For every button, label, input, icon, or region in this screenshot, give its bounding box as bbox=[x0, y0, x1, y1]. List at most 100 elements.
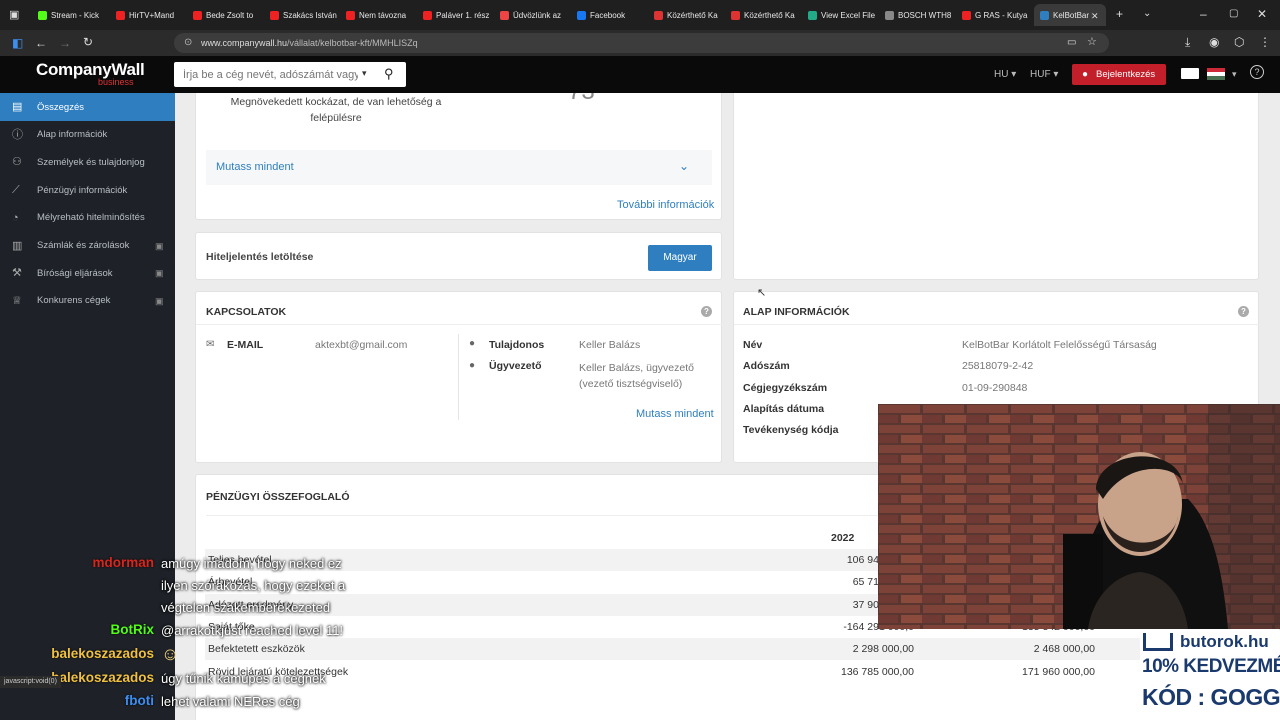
browser-tab[interactable]: HirTV+Mand bbox=[116, 6, 186, 24]
basic-info-title: ALAP INFORMÁCIÓK bbox=[743, 306, 850, 318]
email-value[interactable]: aktexbt@gmail.com bbox=[315, 339, 407, 351]
tab-favicon-icon bbox=[731, 10, 740, 20]
install-app-icon[interactable]: ▭ bbox=[1067, 37, 1076, 49]
search-input[interactable] bbox=[174, 62, 358, 87]
hungary-flag-icon[interactable] bbox=[1207, 68, 1225, 80]
tab-favicon-icon bbox=[654, 10, 663, 20]
download-card: Hiteljelentés letöltése Magyar bbox=[195, 232, 722, 280]
sidebar-item-label: Alap információk bbox=[37, 129, 108, 141]
sidebar-item-6[interactable]: ⚒ Bírósági eljárások ▣ bbox=[0, 259, 175, 287]
help-icon[interactable]: ? bbox=[701, 306, 712, 317]
pirate-flag-icon bbox=[1181, 68, 1199, 79]
download-icon[interactable]: ⤓ bbox=[1185, 36, 1190, 48]
tab-actions-icon[interactable]: ▣ bbox=[9, 9, 19, 21]
maximize-icon[interactable]: ▢ bbox=[1229, 8, 1238, 20]
profile-icon[interactable]: ◉ bbox=[1209, 36, 1219, 48]
browser-tab[interactable]: Bede Zsolt to bbox=[193, 6, 263, 24]
chat-username: mdorman bbox=[92, 555, 154, 570]
browser-tab[interactable]: Nem távozna bbox=[346, 6, 416, 24]
tab-favicon-icon bbox=[808, 10, 817, 20]
forward-icon[interactable]: → bbox=[59, 37, 71, 49]
tab-favicon-icon bbox=[500, 10, 509, 20]
risk-card: Megnövekedett kockázat, de van lehetőség… bbox=[195, 93, 722, 220]
status-bar: javascript:void(0) bbox=[0, 676, 61, 688]
risk-description: Megnövekedett kockázat, de van lehetőség… bbox=[230, 96, 442, 124]
more-info-link[interactable]: További információk bbox=[617, 199, 714, 211]
basic-info-label: Tevékenység kódja bbox=[743, 424, 839, 437]
sidebar-item-1[interactable]: ⓘ Alap információk bbox=[0, 121, 175, 149]
sidebar-item-3[interactable]: ⟋ Pénzügyi információk bbox=[0, 176, 175, 204]
trophy-icon: ♕ bbox=[12, 294, 22, 307]
help-circle-icon[interactable]: ? bbox=[1250, 65, 1264, 79]
sidebar-item-0[interactable]: ▤ Összegzés bbox=[0, 93, 175, 121]
logo-subtitle: business bbox=[98, 77, 134, 87]
browser-tab[interactable]: Paláver 1. rész bbox=[423, 6, 493, 24]
favorite-star-icon[interactable]: ☆ bbox=[1087, 36, 1097, 48]
browser-tab-strip: ▣ Stream - Kick HirTV+Mand Bede Zsolt to Sz… bbox=[0, 0, 1280, 30]
search-icon[interactable]: ⚲ bbox=[384, 66, 394, 82]
help-icon[interactable]: ? bbox=[1238, 306, 1249, 317]
reload-icon[interactable]: ↻ bbox=[83, 36, 93, 48]
ad-discount: 10% KEDVEZMÉNY bbox=[1142, 656, 1280, 677]
browser-tab[interactable]: Szakács István bbox=[270, 6, 340, 24]
sidebar-item-4[interactable]: ◔ Mélyreható hitelminősítés bbox=[0, 204, 175, 232]
finance-row: Rövid lejáratú kötelezettségek 136 785 00… bbox=[205, 661, 1280, 683]
contacts-show-all-link[interactable]: Mutass mindent bbox=[636, 408, 714, 420]
back-icon[interactable]: ← bbox=[35, 37, 47, 49]
owner-label: Tulajdonos bbox=[489, 339, 545, 351]
ceo-value[interactable]: Keller Balázs, ügyvezető (vezető tisztsé… bbox=[579, 360, 709, 392]
currency-selector[interactable]: HUF ▾ bbox=[1030, 69, 1058, 80]
chevron-down-icon[interactable]: ⌄ bbox=[679, 159, 689, 173]
browser-tab[interactable]: KelBotBar | bbox=[1040, 6, 1092, 24]
new-tab-icon[interactable]: + bbox=[1116, 8, 1123, 20]
basic-info-label: Adószám bbox=[743, 360, 790, 373]
browser-tab[interactable]: Közérthető Ka bbox=[731, 6, 801, 24]
sidebar-item-7[interactable]: ♕ Konkurens cégek ▣ bbox=[0, 287, 175, 315]
browser-tab[interactable]: Stream - Kick bbox=[38, 6, 108, 24]
tab-favicon-icon bbox=[577, 10, 586, 20]
basic-info-label: Név bbox=[743, 339, 763, 351]
site-info-icon[interactable]: ⊙ bbox=[184, 37, 192, 49]
emote-icon: ☺ bbox=[161, 644, 180, 664]
tab-list-chevron-icon[interactable]: ⌄ bbox=[1143, 8, 1151, 20]
lang-selector[interactable]: HU ▾ bbox=[994, 69, 1016, 80]
address-bar[interactable]: ⊙ www.companywall.hu/vállalat/kelbotbar-… bbox=[174, 33, 1109, 53]
chat-username: fboti bbox=[124, 693, 154, 708]
url-host: www.companywall.hu bbox=[201, 38, 288, 48]
tab-favicon-icon bbox=[346, 10, 355, 20]
owner-value[interactable]: Keller Balázs bbox=[579, 339, 640, 351]
tab-favicon-icon bbox=[1040, 10, 1049, 20]
people-icon: ⚇ bbox=[12, 156, 22, 169]
extensions-icon[interactable]: ⬡ bbox=[1234, 36, 1244, 48]
sidebar-item-5[interactable]: ▥ Számlák és zárolások ▣ bbox=[0, 232, 175, 260]
email-icon: ✉ bbox=[206, 339, 215, 350]
show-all-row[interactable]: Mutass mindent ⌄ bbox=[206, 150, 712, 185]
browser-tab[interactable]: Közérthető Ka bbox=[654, 6, 724, 24]
search-dropdown-icon[interactable]: ▾ bbox=[362, 68, 367, 79]
close-window-icon[interactable]: ✕ bbox=[1257, 8, 1267, 20]
tab-label: G RAS - Kutya bbox=[975, 10, 1028, 20]
lock-icon: ▣ bbox=[155, 240, 164, 251]
email-label: E-MAIL bbox=[227, 339, 264, 351]
flag-dropdown-icon[interactable]: ▾ bbox=[1232, 69, 1237, 80]
tab-label: KelBotBar | bbox=[1053, 10, 1092, 20]
show-all-link[interactable]: Mutass mindent bbox=[216, 161, 294, 173]
download-magyar-button[interactable]: Magyar bbox=[648, 245, 712, 271]
browser-tab[interactable]: View Excel File bbox=[808, 6, 878, 24]
tab-favicon-icon bbox=[885, 10, 894, 20]
minimize-icon[interactable]: – bbox=[1200, 8, 1207, 20]
browser-tab[interactable]: G RAS - Kutya bbox=[962, 6, 1032, 24]
browser-tab[interactable]: BOSCH WTH8 bbox=[885, 6, 955, 24]
sidebar-item-2[interactable]: ⚇ Személyek és tulajdonjog bbox=[0, 148, 175, 176]
tab-favicon-icon bbox=[962, 10, 971, 20]
tab-label: Paláver 1. rész bbox=[436, 10, 490, 20]
browser-toolbar: ◧ ← → ↻ ⊙ www.companywall.hu/vállalat/ke… bbox=[0, 30, 1280, 56]
tab-label: Közérthető Ka bbox=[667, 10, 718, 20]
login-button[interactable]: ● Bejelentkezés bbox=[1072, 64, 1166, 85]
login-label: Bejelentkezés bbox=[1096, 69, 1156, 80]
menu-icon[interactable]: ⋮ bbox=[1259, 36, 1271, 48]
browser-tab[interactable]: Facebook bbox=[577, 6, 647, 24]
browser-tab[interactable]: Üdvözlünk az bbox=[500, 6, 570, 24]
sidebar-toggle-icon[interactable]: ◧ bbox=[12, 37, 23, 49]
close-tab-icon[interactable]: ✕ bbox=[1091, 10, 1099, 22]
